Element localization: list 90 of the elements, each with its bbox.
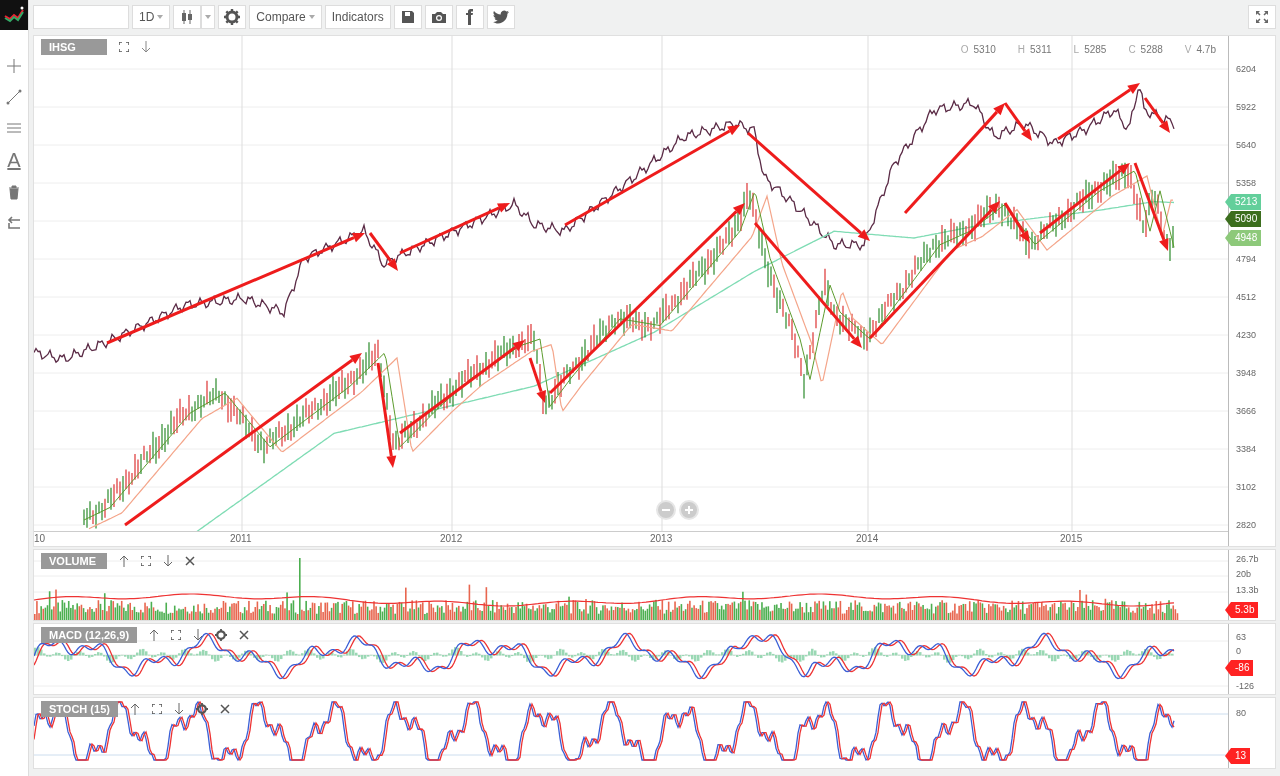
expand-icon[interactable] [119,42,129,52]
caret-icon [205,15,212,19]
caret-icon [157,15,164,19]
y-axis-label: 13.3b [1236,585,1259,596]
y-axis-label: 5358 [1236,178,1257,189]
down-arrow-icon[interactable] [193,629,204,641]
ohlcv-value: 5285 [1084,44,1107,55]
ohlcv-value: 4.7b [1196,44,1216,55]
trend-arrow [528,357,546,403]
chart-type-button[interactable] [173,5,202,29]
settings-button[interactable] [218,5,247,29]
camera-icon [430,10,447,24]
value-tag: -86 [1225,660,1254,676]
y-axis-label: -126 [1236,681,1254,692]
y-axis-label: 3384 [1236,444,1257,455]
close-icon[interactable] [185,556,195,566]
up-arrow-icon[interactable] [119,555,129,567]
ohlcv-label: L [1073,44,1080,55]
ohlcv-label: H [1017,44,1026,55]
x-axis-label: 2012 [440,533,463,544]
settings-icon[interactable] [195,703,208,715]
indicator-label: STOCH (15) [41,701,118,717]
expand-icon[interactable] [151,704,162,714]
expand-icon[interactable] [171,630,182,640]
x-axis-label: 10 [34,533,46,544]
save-icon [400,10,415,24]
y-axis-label: 80 [1236,708,1246,719]
up-arrow-icon[interactable] [149,629,160,641]
facebook-button[interactable] [455,5,484,29]
fullscreen-icon [1255,10,1269,24]
y-axis-label: 4230 [1236,330,1257,341]
screenshot-button[interactable] [424,5,453,29]
y-axis-label: 20b [1236,569,1252,580]
x-axis-label: 2013 [650,533,673,544]
y-axis-label: 3948 [1236,368,1257,379]
ohlcv-value: 5311 [1030,44,1052,55]
y-axis-label: 0 [1236,646,1241,657]
price-tag: 4948 [1225,230,1262,246]
x-axis-label: 2011 [230,533,252,544]
app-logo[interactable] [0,0,28,30]
settings-icon[interactable] [215,629,228,641]
symbol-label: IHSG [41,39,107,55]
y-axis-label: 5922 [1236,102,1257,113]
price-tag: 5213 [1225,194,1262,210]
fullscreen-button[interactable] [1248,5,1276,29]
value-tag: 5.3b [1225,602,1259,618]
y-axis-label: 3666 [1236,406,1257,417]
y-axis-label: 4794 [1236,254,1257,265]
undo-arrow-icon[interactable] [5,214,23,232]
up-arrow-icon[interactable] [129,703,140,715]
ohlcv-label: V [1184,44,1192,55]
y-axis-label: 6204 [1236,64,1257,75]
down-arrow-icon[interactable] [163,555,173,567]
close-icon[interactable] [219,704,230,714]
y-axis-label: 63 [1236,632,1246,643]
down-arrow-icon[interactable] [173,703,184,715]
compare-dropdown[interactable]: Compare [249,5,322,29]
chart-check-icon [3,6,25,24]
y-axis-label: 26.7b [1236,554,1259,565]
facebook-icon [464,9,475,25]
y-axis-label: 2820 [1236,520,1257,531]
indicator-label: MACD (12,26,9) [41,627,138,643]
price-tag: 5090 [1225,211,1262,227]
symbol-input[interactable] [33,5,129,29]
save-button[interactable] [393,5,422,29]
ohlcv-value: 5288 [1140,44,1163,55]
caret-icon [308,15,315,19]
minus-icon [662,506,670,514]
y-axis-label: 5640 [1236,140,1257,151]
indicators-button[interactable]: Indicators [324,5,391,29]
down-arrow-icon[interactable] [141,41,151,53]
value-tag: 13 [1225,748,1251,764]
interval-dropdown[interactable]: 1D [132,5,171,29]
expand-icon[interactable] [141,556,151,566]
bird-icon [492,10,509,24]
x-axis-label: 2014 [856,533,879,544]
twitter-button[interactable] [486,5,515,29]
ohlcv-value: 5310 [973,44,996,55]
y-axis-label: 4512 [1236,292,1257,303]
settings-icon [224,9,241,25]
close-icon[interactable] [239,630,250,640]
text-tool[interactable]: A [7,150,21,170]
ohlcv-label: C [1128,44,1136,55]
x-axis-label: 2015 [1060,533,1083,544]
trendline-icon[interactable] [5,88,23,106]
ohlcv-label: O [960,44,969,55]
y-axis-label: 3102 [1236,482,1257,493]
trend-arrow [1143,97,1170,133]
plus-icon [685,506,693,514]
indicator-label: VOLUME [41,553,107,569]
